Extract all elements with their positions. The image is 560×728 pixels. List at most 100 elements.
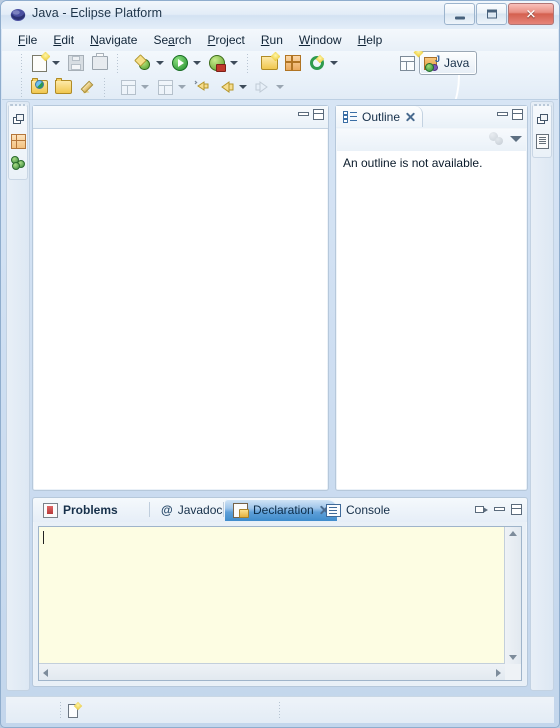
right-fast-view-bar [530,101,554,691]
last-edit-button[interactable] [190,76,214,98]
tab-label-console: Console [346,503,391,517]
maximize-button[interactable] [476,3,507,25]
tab-javadoc[interactable]: @ Javadoc [153,499,230,521]
javadoc-at-icon: @ [161,503,173,517]
minimize-icon[interactable] [497,110,508,119]
horizontal-scrollbar[interactable] [39,663,505,680]
external-tools-button[interactable] [205,52,229,74]
menu-item-search[interactable]: Search [145,31,199,49]
debug-dropdown-icon[interactable] [156,61,164,65]
toolbar-row-2 [16,75,288,99]
restore-fastview-button-right[interactable] [533,109,551,129]
save-button[interactable] [64,52,88,74]
main-toolbar: J Java [2,51,558,100]
outline-icon [343,110,357,123]
outline-tab-bar: Outline [336,106,527,128]
minimize-icon[interactable] [494,505,505,514]
close-button[interactable]: ✕ [508,3,554,25]
tab-separator [149,502,150,517]
back-dropdown-icon[interactable] [239,85,247,89]
tab-outline[interactable]: Outline [336,106,424,127]
package-explorer-icon [10,133,26,149]
menu-item-run[interactable]: Run [253,31,291,49]
last-edit-icon [194,80,209,91]
menu-item-project[interactable]: Project [199,31,252,49]
editor-content[interactable] [34,129,327,489]
menu-item-window[interactable]: Window [291,31,350,49]
status-bar [6,696,554,723]
scroll-left-icon[interactable] [43,669,48,677]
external-tools-dropdown-icon[interactable] [230,61,238,65]
open-perspective-icon [399,55,415,71]
eclipse-sphere-icon [10,9,26,21]
scroll-down-icon[interactable] [509,655,517,660]
run-button[interactable] [168,52,192,74]
vertical-scrollbar[interactable] [504,527,521,664]
hide-fields-filter-icon[interactable] [489,132,503,145]
scroll-up-icon[interactable] [509,531,517,536]
tab-label-problems: Problems [63,503,118,517]
save-icon [68,55,84,71]
next-annotation-dropdown-icon[interactable] [178,85,186,89]
outline-message: An outline is not available. [337,151,526,489]
tab-problems[interactable]: Problems [35,499,126,521]
perspective-switcher: J Java [395,51,478,75]
minimize-icon [454,16,465,20]
run-icon [172,55,188,71]
open-type-button[interactable] [27,76,51,98]
declaration-view-body [34,522,526,685]
right-fast-view-group [532,104,552,158]
declaration-text[interactable] [42,529,503,662]
next-annotation-button[interactable] [153,76,177,98]
annotation-button[interactable] [116,76,140,98]
close-x-icon[interactable] [405,112,415,122]
print-button[interactable] [88,52,112,74]
title-bar: Java - Eclipse Platform ✕ [1,1,559,29]
back-button[interactable] [214,76,238,98]
declaration-icon [233,502,249,518]
open-resource-button[interactable] [51,76,75,98]
annotation-dropdown-icon[interactable] [141,85,149,89]
maximize-icon[interactable] [511,504,522,515]
tab-console[interactable]: Console [318,499,398,521]
eclipse-main-window: Java - Eclipse Platform ✕ File Edit Navi… [0,0,560,728]
refresh-button[interactable] [305,52,329,74]
window-controls: ✕ [443,3,554,25]
package-explorer-fastview-button[interactable] [9,131,27,151]
new-wizard-button[interactable] [27,52,51,74]
type-hierarchy-fastview-button[interactable] [9,153,27,173]
scroll-right-icon[interactable] [496,669,501,677]
perspective-tab-java[interactable]: J Java [419,51,478,75]
menu-item-navigate[interactable]: Navigate [82,31,145,49]
toolbar-separator [247,53,248,73]
restore-fastview-button[interactable] [9,109,27,129]
debug-button[interactable] [131,52,155,74]
perspective-label: Java [444,56,470,70]
workbench-area: Outline An outline is not available. Pro… [6,101,554,691]
document-fastview-button[interactable] [533,131,551,151]
outline-view: Outline An outline is not available. [335,105,528,491]
scrollbar-corner [505,664,521,680]
maximize-icon[interactable] [512,109,523,120]
new-wizard-dropdown-icon[interactable] [52,61,60,65]
import-button[interactable] [257,52,281,74]
document-icon [535,133,549,149]
run-dropdown-icon[interactable] [193,61,201,65]
restore-icon[interactable] [475,505,488,515]
left-fast-view-bar [6,101,30,691]
open-task-button[interactable] [75,76,99,98]
menu-item-edit[interactable]: Edit [45,31,82,49]
new-java-package-button[interactable] [281,52,305,74]
minimize-button[interactable] [444,3,475,25]
menu-item-file[interactable]: File [10,31,45,49]
menu-item-help[interactable]: Help [350,31,391,49]
forward-button[interactable] [251,76,275,98]
type-hierarchy-icon [11,156,25,170]
maximize-icon[interactable] [313,109,324,120]
minimize-icon[interactable] [298,110,309,119]
refresh-dropdown-icon[interactable] [330,61,338,65]
view-menu-triangle-icon[interactable] [510,135,522,142]
forward-dropdown-icon[interactable] [276,85,284,89]
open-perspective-button[interactable] [395,52,419,74]
problems-icon [43,502,58,518]
